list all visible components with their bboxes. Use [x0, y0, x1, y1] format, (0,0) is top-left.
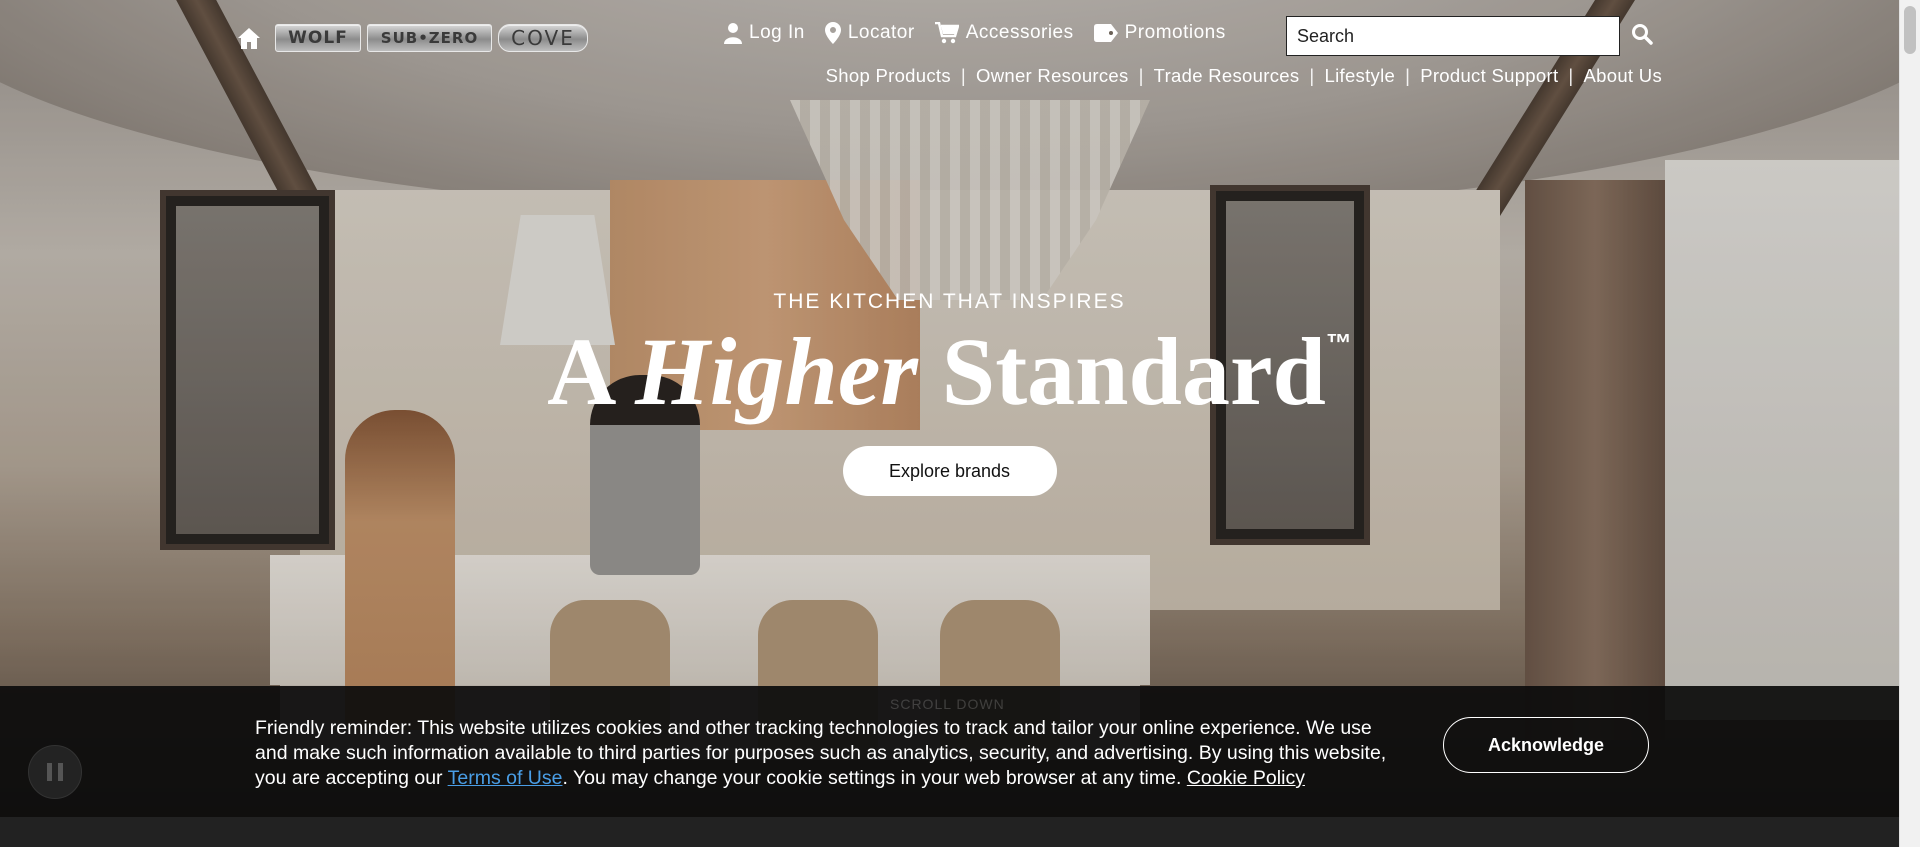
- locator-label: Locator: [847, 22, 915, 43]
- hero-content: THE KITCHEN THAT INSPIRES A Higher Stand…: [0, 290, 1899, 496]
- headline-part2: Standard: [917, 318, 1326, 425]
- utility-nav: Log In Locator Accessories Promotions: [724, 22, 1226, 44]
- accessories-label: Accessories: [965, 22, 1074, 43]
- nav-lifestyle[interactable]: Lifestyle: [1325, 65, 1396, 87]
- video-pause-button[interactable]: [28, 745, 82, 799]
- nav-about-us[interactable]: About Us: [1584, 65, 1663, 87]
- home-icon[interactable]: [235, 24, 263, 52]
- login-label: Log In: [749, 22, 805, 43]
- cookie-message: Friendly reminder: This website utilizes…: [255, 716, 1405, 791]
- subzero-logo[interactable]: SUB•ZERO: [367, 24, 492, 52]
- headline-part1: A: [547, 318, 636, 425]
- cookie-text-part2: . You may change your cookie settings in…: [562, 767, 1187, 789]
- explore-brands-button[interactable]: Explore brands: [842, 446, 1057, 496]
- search-icon[interactable]: [1630, 22, 1654, 46]
- map-pin-icon: [824, 22, 841, 44]
- page-bottom: [0, 817, 1899, 847]
- nav-product-support[interactable]: Product Support: [1420, 65, 1558, 87]
- nav-separator: |: [1568, 65, 1574, 86]
- promotions-link[interactable]: Promotions: [1093, 22, 1226, 44]
- main-nav: Shop Products | Owner Resources | Trade …: [826, 65, 1662, 87]
- scroll-hint: SCROLL DOWN: [890, 696, 1005, 712]
- cove-logo[interactable]: COVE: [498, 24, 588, 52]
- hero-headline: A Higher Standard™: [0, 324, 1899, 420]
- hero-eyebrow: THE KITCHEN THAT INSPIRES: [773, 290, 1126, 313]
- tag-icon: [1093, 24, 1118, 42]
- login-link[interactable]: Log In: [724, 22, 805, 44]
- cart-icon: [934, 22, 959, 44]
- acknowledge-button[interactable]: Acknowledge: [1443, 717, 1649, 773]
- locator-link[interactable]: Locator: [824, 22, 915, 44]
- nav-separator: |: [1405, 65, 1411, 86]
- nav-separator: |: [960, 65, 966, 86]
- nav-separator: |: [1309, 65, 1315, 86]
- pause-icon: [47, 763, 52, 781]
- scrollbar[interactable]: [1899, 0, 1920, 847]
- search-input[interactable]: [1286, 16, 1620, 56]
- headline-italic: Higher: [635, 318, 918, 425]
- nav-owner-resources[interactable]: Owner Resources: [976, 65, 1129, 87]
- scrollbar-thumb[interactable]: [1904, 6, 1916, 54]
- accessories-link[interactable]: Accessories: [934, 22, 1074, 44]
- wolf-logo[interactable]: WOLF: [275, 24, 361, 52]
- brand-logos: WOLF SUB•ZERO COVE: [235, 24, 588, 52]
- trademark-symbol: ™: [1325, 328, 1352, 358]
- terms-of-use-link[interactable]: Terms of Use: [448, 767, 563, 789]
- nav-separator: |: [1138, 65, 1144, 86]
- promotions-label: Promotions: [1124, 22, 1226, 43]
- cookie-policy-link[interactable]: Cookie Policy: [1187, 767, 1305, 789]
- nav-shop-products[interactable]: Shop Products: [826, 65, 951, 87]
- nav-trade-resources[interactable]: Trade Resources: [1154, 65, 1300, 87]
- user-icon: [724, 23, 742, 44]
